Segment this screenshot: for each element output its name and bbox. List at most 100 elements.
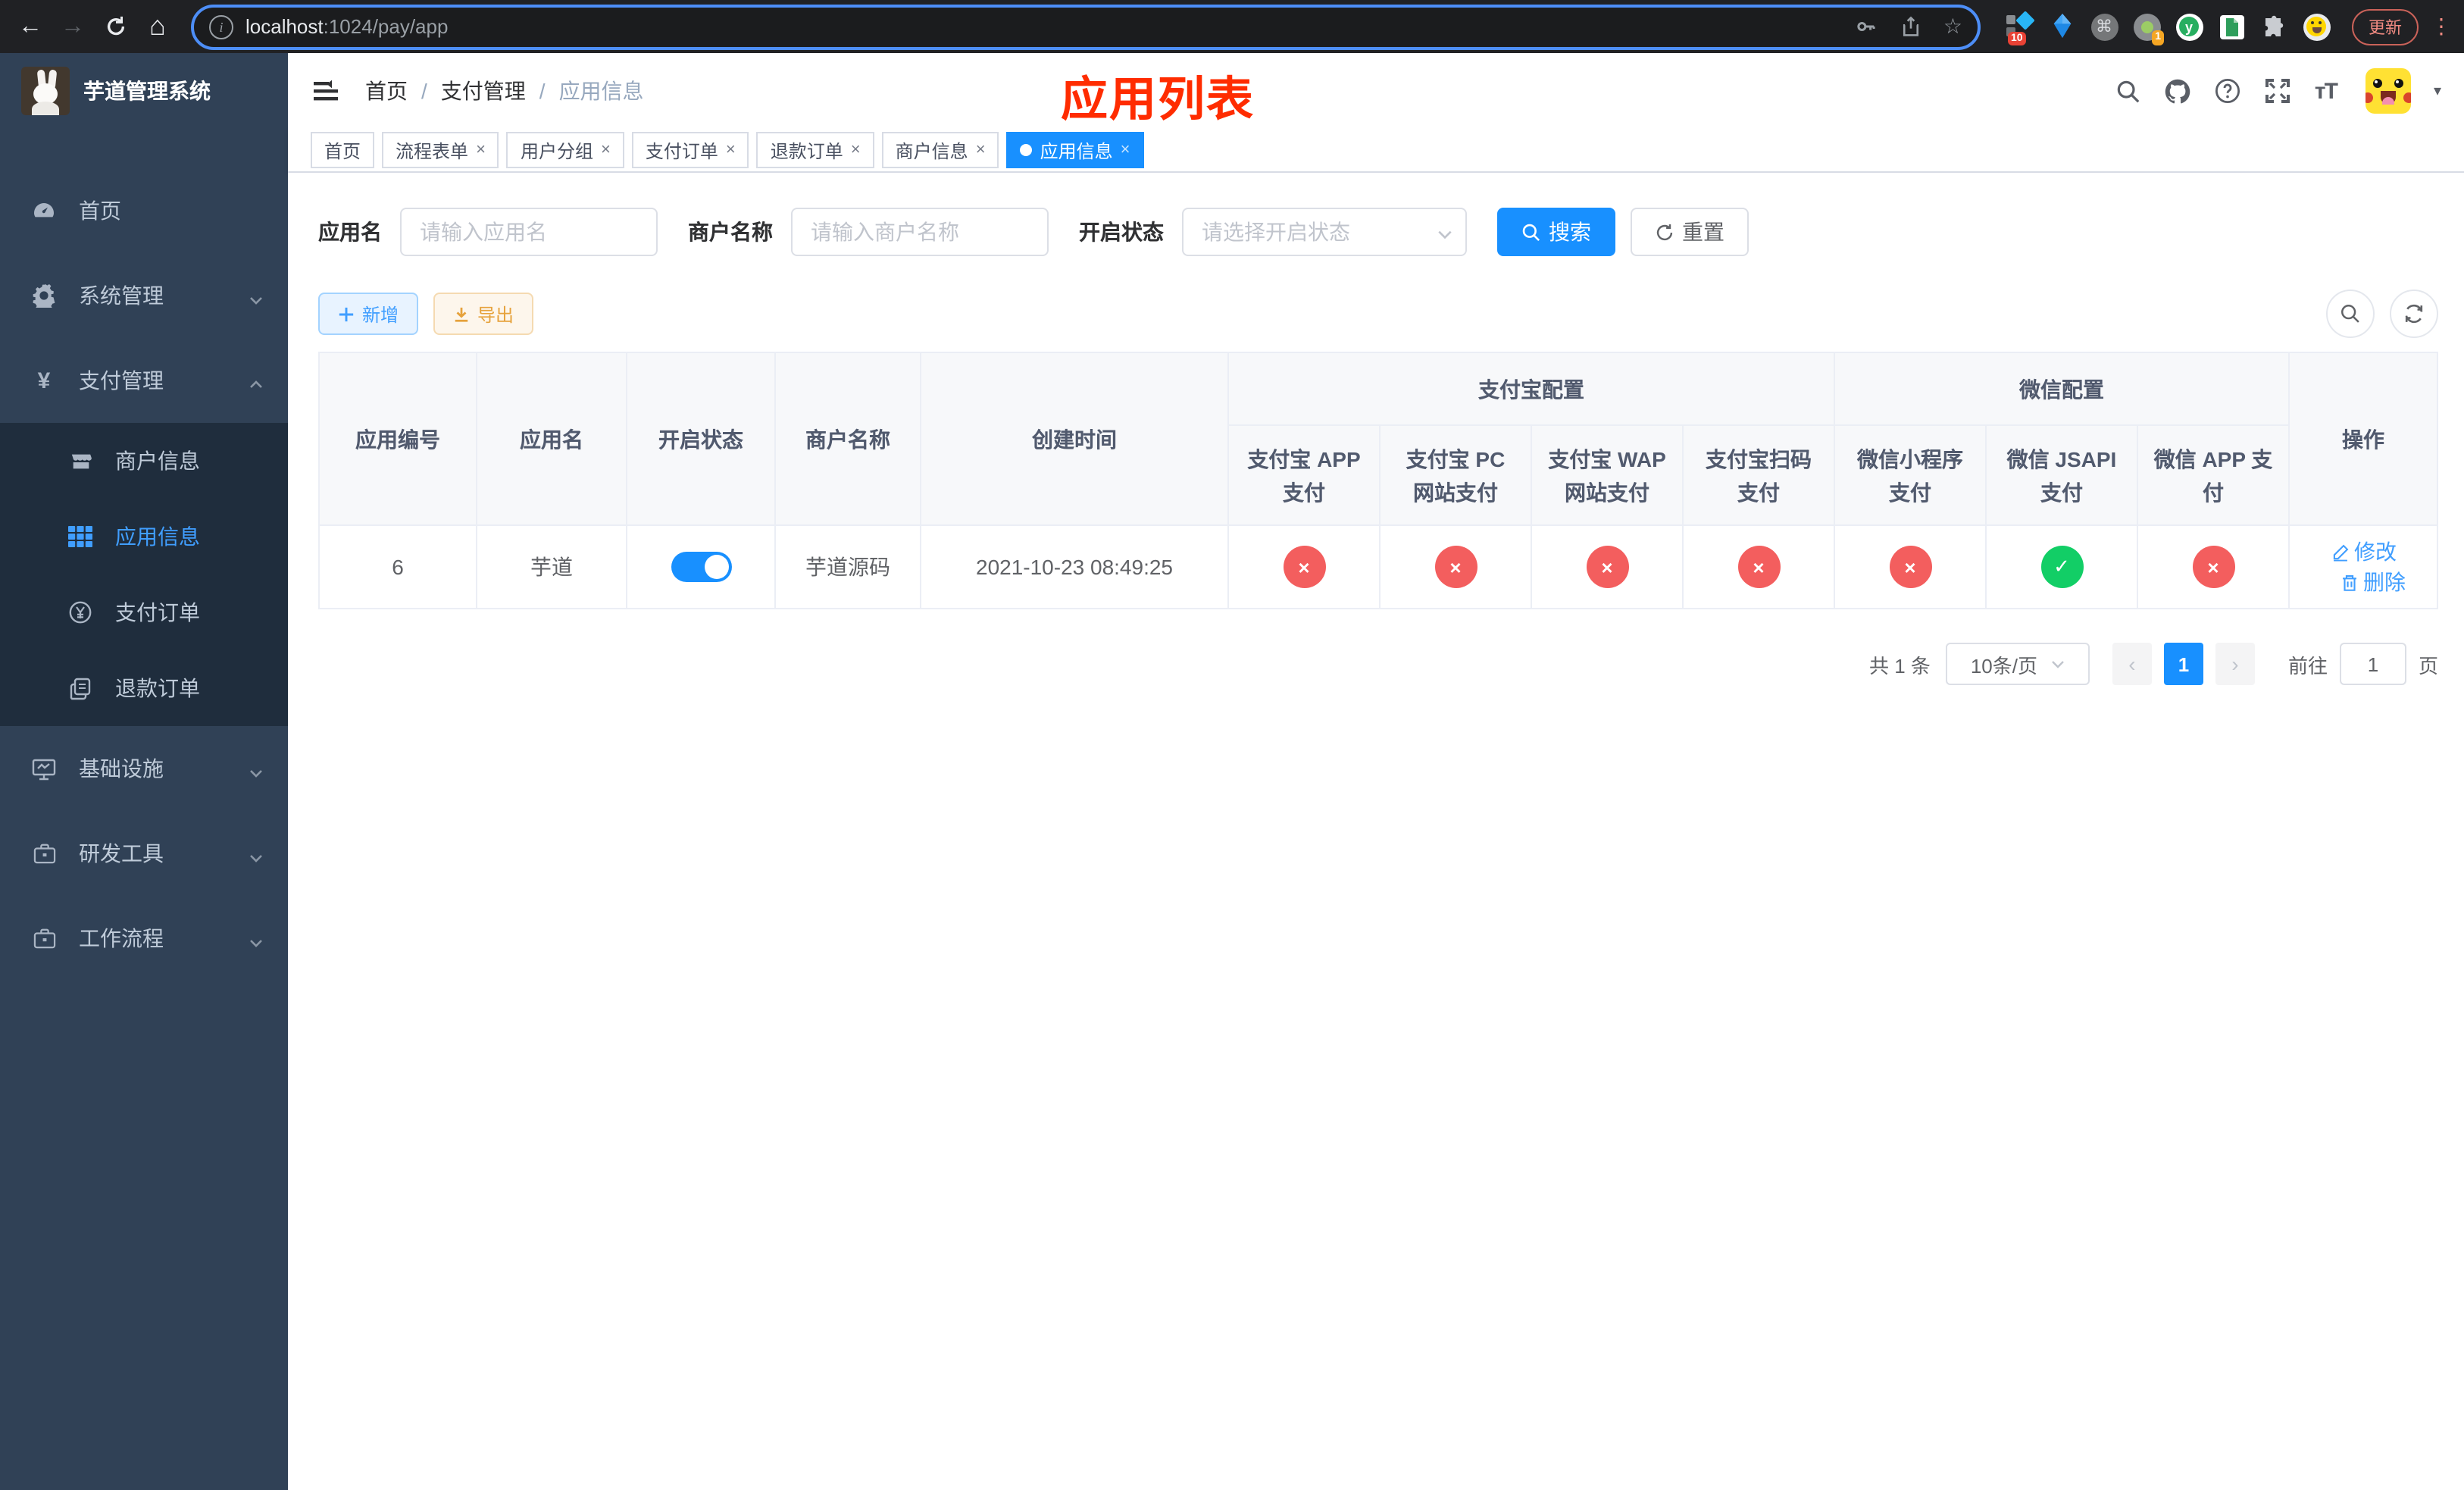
tab-payment-orders[interactable]: 支付订单 ×: [631, 132, 749, 168]
app-name-label: 应用名: [318, 220, 382, 244]
browser-forward-icon[interactable]: →: [55, 8, 91, 45]
status-select[interactable]: [1182, 208, 1467, 256]
sidebar-logo[interactable]: 芋道管理系统: [0, 53, 288, 129]
top-navbar: 首页 / 支付管理 / 应用信息 ᴛT ▾ 应用列表: [288, 53, 2464, 129]
github-icon[interactable]: [2165, 77, 2192, 105]
channel-status-icon: ×: [1737, 546, 1780, 588]
extension-emoji-icon[interactable]: [2302, 12, 2331, 41]
search-button[interactable]: 搜索: [1497, 208, 1615, 256]
page-size-select[interactable]: 10条/页: [1945, 643, 2090, 685]
chrome-update-button[interactable]: 更新: [2352, 8, 2419, 45]
next-page-button[interactable]: ›: [2215, 643, 2255, 685]
sidebar-item-label: 退款订单: [115, 676, 200, 700]
fullscreen-icon[interactable]: [2265, 77, 2292, 105]
sidebar-item-infrastructure[interactable]: 基础设施: [0, 726, 288, 811]
tab-process-form[interactable]: 流程表单 ×: [382, 132, 499, 168]
breadcrumb-current: 应用信息: [558, 79, 644, 103]
avatar-caret-icon[interactable]: ▾: [2434, 83, 2441, 99]
sidebar-item-app-info[interactable]: 应用信息: [0, 499, 288, 574]
goto-label: 前往: [2287, 654, 2328, 677]
pagination: 共 1 条 10条/页 ‹ 1 › 前往 页: [318, 643, 2438, 685]
grid-table-icon: [67, 526, 94, 547]
channel-status-icon: ×: [1889, 546, 1931, 588]
cell-merchant: 芋道源码: [774, 524, 921, 609]
sidebar-fold-icon[interactable]: [311, 76, 341, 106]
channel-status-icon: ✓: [2040, 546, 2083, 588]
extension-grid-icon[interactable]: 10: [2005, 11, 2035, 45]
channel-status-icon: ×: [1586, 546, 1628, 588]
sidebar-item-refund-orders[interactable]: 退款订单: [0, 650, 288, 726]
browser-back-icon[interactable]: ←: [12, 8, 48, 45]
sidebar-item-merchant-info[interactable]: 商户信息: [0, 423, 288, 499]
monitor-chart-icon: [30, 757, 58, 780]
export-button[interactable]: 导出: [433, 293, 534, 335]
add-button[interactable]: 新增: [318, 293, 419, 335]
prev-page-button[interactable]: ‹: [2112, 643, 2152, 685]
tab-app-info[interactable]: 应用信息 ×: [1006, 132, 1144, 168]
chevron-down-icon: [249, 288, 264, 305]
close-icon[interactable]: ×: [976, 141, 986, 159]
reset-button[interactable]: 重置: [1631, 208, 1749, 256]
status-select-input[interactable]: [1182, 208, 1467, 256]
extension-command-icon[interactable]: ⌘: [2090, 12, 2118, 41]
status-toggle[interactable]: [671, 552, 731, 582]
search-icon[interactable]: [2115, 77, 2142, 105]
extension-puzzle-icon[interactable]: [2259, 12, 2288, 41]
tab-label: 商户信息: [895, 140, 968, 161]
tab-user-group[interactable]: 用户分组 ×: [506, 132, 624, 168]
site-info-icon[interactable]: i: [209, 14, 233, 39]
col-header-app-id: 应用编号: [318, 352, 477, 526]
sidebar-item-workflow[interactable]: 工作流程: [0, 896, 288, 981]
address-bar[interactable]: i localhost:1024/pay/app ☆: [191, 4, 1981, 49]
app-name-input[interactable]: [400, 208, 658, 256]
breadcrumb-section[interactable]: 支付管理: [441, 76, 526, 106]
close-icon[interactable]: ×: [726, 141, 736, 159]
close-icon[interactable]: ×: [1121, 141, 1130, 159]
sidebar-item-label: 工作流程: [79, 926, 164, 950]
page-content: 应用名 商户名称 开启状态 搜索 重置: [288, 173, 2464, 1490]
edit-link[interactable]: 修改: [2330, 537, 2397, 567]
merchant-name-input[interactable]: [791, 208, 1049, 256]
share-icon[interactable]: [1898, 13, 1925, 40]
delete-label: 删除: [2363, 570, 2406, 594]
extension-y-icon[interactable]: y: [2175, 12, 2203, 41]
chevron-down-icon: [2051, 661, 2063, 668]
close-icon[interactable]: ×: [601, 141, 611, 159]
url-text[interactable]: localhost:1024/pay/app: [245, 15, 1853, 38]
browser-reload-icon[interactable]: [97, 8, 133, 45]
close-icon[interactable]: ×: [851, 141, 861, 159]
tab-home[interactable]: 首页: [311, 132, 375, 168]
page-number-button[interactable]: 1: [2163, 643, 2203, 685]
cell-app-id: 6: [318, 524, 477, 609]
table-toolbar: 新增 导出: [318, 290, 2438, 338]
sidebar-item-payment[interactable]: ¥ 支付管理: [0, 338, 288, 423]
browser-home-icon[interactable]: ⌂: [139, 8, 176, 45]
delete-link[interactable]: 删除: [2339, 567, 2406, 597]
toggle-search-button[interactable]: [2326, 290, 2375, 338]
font-size-icon[interactable]: ᴛT: [2315, 78, 2338, 104]
help-icon[interactable]: [2215, 77, 2242, 105]
extension-doc-icon[interactable]: [2217, 12, 2246, 41]
sidebar-item-system[interactable]: 系统管理: [0, 253, 288, 338]
search-icon: [1522, 223, 1540, 241]
goto-page-input[interactable]: [2339, 643, 2406, 685]
breadcrumb-home[interactable]: 首页: [365, 76, 408, 106]
col-header-channel: 支付宝 PC 网站支付: [1379, 424, 1532, 526]
extension-recorder-icon[interactable]: 1: [2132, 12, 2164, 45]
col-header-channel: 支付宝 APP 支付: [1227, 424, 1381, 526]
bookmark-star-icon[interactable]: ☆: [1943, 14, 1962, 39]
user-avatar[interactable]: [2365, 68, 2411, 114]
tab-refund-orders[interactable]: 退款订单 ×: [756, 132, 874, 168]
sidebar-item-dev-tools[interactable]: 研发工具: [0, 811, 288, 896]
sidebar-item-payment-orders[interactable]: 支付订单: [0, 574, 288, 650]
sidebar-item-home[interactable]: 首页: [0, 168, 288, 253]
close-icon[interactable]: ×: [476, 141, 486, 159]
browser-menu-icon[interactable]: ⋮: [2431, 14, 2452, 39]
sidebar-item-label: 首页: [79, 199, 121, 223]
extension-kite-icon[interactable]: [2047, 12, 2076, 41]
refresh-table-button[interactable]: [2390, 290, 2438, 338]
yen-circle-icon: [67, 600, 94, 624]
trash-icon: [2342, 574, 2356, 590]
password-key-icon[interactable]: [1853, 13, 1880, 40]
tab-merchant-info[interactable]: 商户信息 ×: [881, 132, 999, 168]
